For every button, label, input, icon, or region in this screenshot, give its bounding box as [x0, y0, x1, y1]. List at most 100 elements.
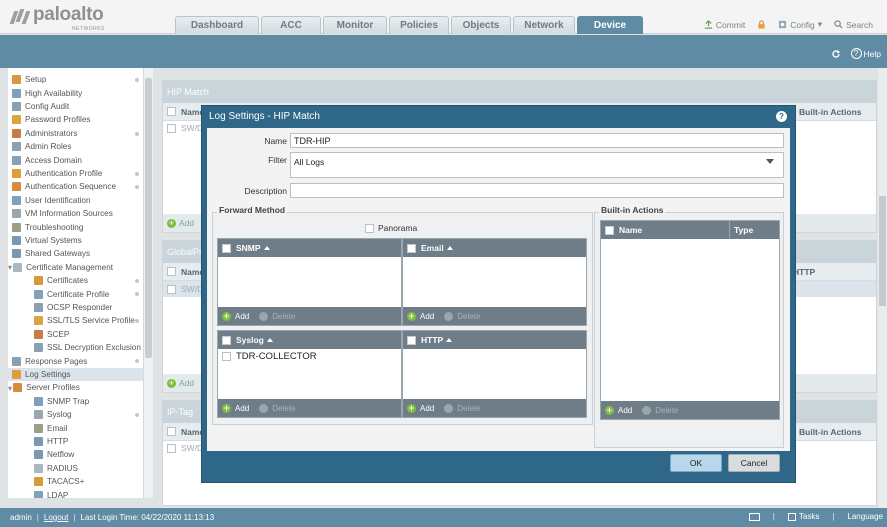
panorama-option[interactable]: Panorama	[365, 223, 417, 233]
sidebar-item-ssl-tls-service-profile[interactable]: SSL/TLS Service Profile	[8, 314, 143, 327]
log-settings-dialog: Log Settings - HIP Match ? Name TDR-HIP …	[201, 105, 796, 483]
sidebar-item-ldap[interactable]: LDAP	[8, 488, 143, 498]
delete-icon	[259, 311, 269, 321]
row-checkbox[interactable]	[167, 284, 176, 294]
main-scrollbar[interactable]	[878, 68, 887, 508]
tab-monitor[interactable]: Monitor	[323, 16, 387, 34]
sidebar-item-tacacs-[interactable]: TACACS+	[8, 475, 143, 488]
sidebar-item-administrators[interactable]: Administrators	[8, 127, 143, 140]
tab-policies[interactable]: Policies	[389, 16, 449, 34]
language-button[interactable]: Language	[847, 512, 883, 521]
select-all-checkbox[interactable]	[605, 225, 614, 235]
snmp-column[interactable]: SNMP	[236, 243, 261, 253]
commit-button[interactable]: Commit	[704, 19, 745, 30]
main-scroll-thumb[interactable]	[879, 196, 886, 306]
syslog-row[interactable]: TDR-COLLECTOR	[218, 349, 401, 363]
select-all-checkbox[interactable]	[222, 335, 231, 345]
sidebar-item-troubleshooting[interactable]: Troubleshooting	[8, 220, 143, 233]
sidebar-item-snmp-trap[interactable]: SNMP Trap	[8, 395, 143, 408]
sidebar-scroll-thumb[interactable]	[145, 78, 152, 358]
tab-device[interactable]: Device	[577, 16, 643, 34]
sidebar-item-vm-information-sources[interactable]: VM Information Sources	[8, 207, 143, 220]
add-button[interactable]: Add	[420, 312, 434, 321]
sidebar-item-ocsp-responder[interactable]: OCSP Responder	[8, 301, 143, 314]
select-all-checkbox[interactable]	[167, 267, 176, 276]
http-column[interactable]: HTTP	[421, 335, 443, 345]
add-icon[interactable]: +	[407, 311, 416, 321]
sidebar-item-authentication-sequence[interactable]: Authentication Sequence	[8, 180, 143, 193]
cancel-button[interactable]: Cancel	[728, 454, 780, 472]
expand-icon[interactable]: ▾	[8, 383, 12, 393]
add-icon[interactable]: +	[605, 405, 614, 415]
help-button[interactable]: ? Help	[850, 48, 881, 59]
help-icon[interactable]: ?	[776, 111, 787, 122]
messages-icon[interactable]	[748, 512, 760, 521]
sidebar-item-radius[interactable]: RADIUS	[8, 462, 143, 475]
sidebar-item-setup[interactable]: Setup	[8, 73, 143, 86]
add-icon[interactable]: +	[222, 403, 231, 413]
tasks-button[interactable]: Tasks	[787, 512, 819, 521]
add-button[interactable]: Add	[235, 312, 249, 321]
column-name[interactable]: Name	[619, 225, 642, 235]
name-field[interactable]: TDR-HIP	[290, 133, 784, 148]
sidebar-item-config-audit[interactable]: Config Audit	[8, 100, 143, 113]
add-button[interactable]: Add	[235, 404, 249, 413]
filter-select[interactable]: All Logs	[290, 152, 784, 178]
add-icon[interactable]: +	[167, 378, 176, 388]
tab-objects[interactable]: Objects	[451, 16, 511, 34]
email-column[interactable]: Email	[421, 243, 444, 253]
config-menu[interactable]: Config ▾	[778, 19, 822, 30]
sidebar-item-ssl-decryption-exclusion[interactable]: SSL Decryption Exclusion	[8, 341, 143, 354]
select-all-checkbox[interactable]	[167, 427, 176, 436]
sidebar-item-certificates[interactable]: Certificates	[8, 274, 143, 287]
select-all-checkbox[interactable]	[167, 107, 176, 116]
sidebar-item-log-settings[interactable]: Log Settings	[8, 367, 143, 382]
sidebar-item-scep[interactable]: SCEP	[8, 328, 143, 341]
add-icon[interactable]: +	[407, 403, 416, 413]
add-button[interactable]: Add	[618, 406, 632, 415]
sidebar-item-user-identification[interactable]: User Identification	[8, 194, 143, 207]
ok-button[interactable]: OK	[670, 454, 722, 472]
sidebar-item-email[interactable]: Email	[8, 421, 143, 434]
sidebar-scrollbar[interactable]	[143, 68, 153, 498]
sidebar-item-http[interactable]: HTTP	[8, 435, 143, 448]
sidebar-item-certificate-profile[interactable]: Certificate Profile	[8, 287, 143, 300]
search-button[interactable]: Search	[834, 19, 873, 30]
sidebar-item-high-availability[interactable]: High Availability	[8, 86, 143, 99]
add-button[interactable]: Add	[420, 404, 434, 413]
sidebar-item-shared-gateways[interactable]: Shared Gateways	[8, 247, 143, 260]
description-field[interactable]	[290, 183, 784, 198]
sidebar-item-admin-roles[interactable]: Admin Roles	[8, 140, 143, 153]
snmp-grid-header: SNMP	[218, 239, 401, 257]
panorama-checkbox[interactable]	[365, 223, 374, 233]
tab-dashboard[interactable]: Dashboard	[175, 16, 259, 34]
sidebar-item-virtual-systems[interactable]: Virtual Systems	[8, 234, 143, 247]
add-icon[interactable]: +	[222, 311, 231, 321]
sidebar-item-syslog[interactable]: Syslog	[8, 408, 143, 421]
select-all-checkbox[interactable]	[222, 243, 231, 253]
ha-icon	[12, 88, 21, 98]
sidebar-item-access-domain[interactable]: Access Domain	[8, 153, 143, 166]
logout-link[interactable]: Logout	[44, 513, 68, 522]
syslog-column[interactable]: Syslog	[236, 335, 264, 345]
sidebar-item-password-profiles[interactable]: Password Profiles	[8, 113, 143, 126]
row-checkbox[interactable]	[222, 351, 231, 361]
tab-network[interactable]: Network	[513, 16, 575, 34]
add-label[interactable]: Add	[179, 218, 194, 228]
refresh-icon[interactable]	[831, 49, 841, 59]
row-checkbox[interactable]	[167, 443, 176, 453]
sidebar-item-netflow[interactable]: Netflow	[8, 448, 143, 461]
select-all-checkbox[interactable]	[407, 335, 416, 345]
column-type[interactable]: Type	[734, 225, 753, 235]
sidebar-item-server-profiles[interactable]: ▾ Server Profiles	[8, 381, 143, 394]
sidebar-item-authentication-profile[interactable]: Authentication Profile	[8, 167, 143, 180]
add-label[interactable]: Add	[179, 378, 194, 388]
sidebar-item-response-pages[interactable]: Response Pages	[8, 354, 143, 367]
row-checkbox[interactable]	[167, 123, 176, 133]
select-all-checkbox[interactable]	[407, 243, 416, 253]
tab-acc[interactable]: ACC	[261, 16, 321, 34]
lock-button[interactable]	[757, 19, 766, 30]
sidebar-item-certificate-management[interactable]: ▾ Certificate Management	[8, 261, 143, 274]
add-icon[interactable]: +	[167, 218, 176, 228]
expand-icon[interactable]: ▾	[8, 262, 12, 272]
